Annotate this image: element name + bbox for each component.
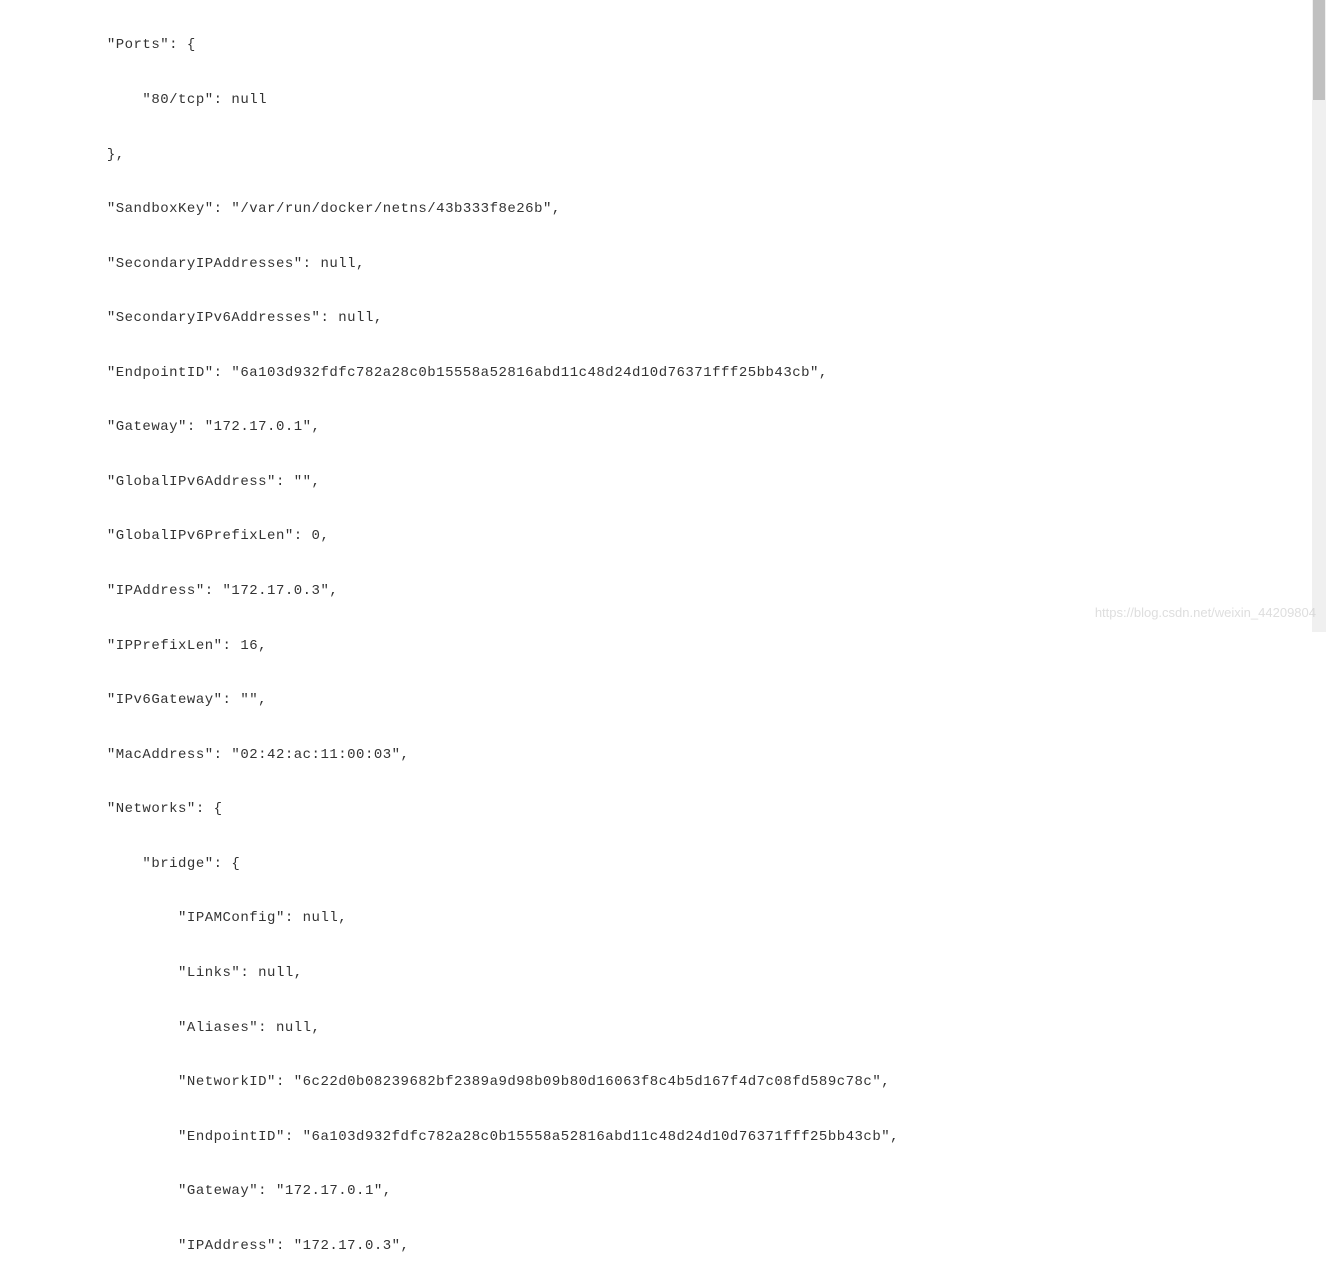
scrollbar[interactable] xyxy=(1312,0,1326,632)
output-line: "Networks": { xyxy=(0,800,1326,818)
output-line: "SecondaryIPv6Addresses": null, xyxy=(0,309,1326,327)
output-line: "GlobalIPv6PrefixLen": 0, xyxy=(0,527,1326,545)
output-line: "IPPrefixLen": 16, xyxy=(0,637,1326,655)
output-line: "80/tcp": null xyxy=(0,91,1326,109)
output-line: "SecondaryIPAddresses": null, xyxy=(0,255,1326,273)
terminal-output[interactable]: "Ports": { "80/tcp": null }, "SandboxKey… xyxy=(0,0,1326,1264)
output-line: "Gateway": "172.17.0.1", xyxy=(0,418,1326,436)
output-line: "NetworkID": "6c22d0b08239682bf2389a9d98… xyxy=(0,1073,1326,1091)
output-line: "EndpointID": "6a103d932fdfc782a28c0b155… xyxy=(0,364,1326,382)
output-line: "SandboxKey": "/var/run/docker/netns/43b… xyxy=(0,200,1326,218)
output-line: "IPAddress": "172.17.0.3", xyxy=(0,1237,1326,1255)
output-line: "Aliases": null, xyxy=(0,1019,1326,1037)
output-line: "GlobalIPv6Address": "", xyxy=(0,473,1326,491)
output-line: "Links": null, xyxy=(0,964,1326,982)
output-line: "bridge": { xyxy=(0,855,1326,873)
output-line: "IPv6Gateway": "", xyxy=(0,691,1326,709)
output-line: "Ports": { xyxy=(0,36,1326,54)
output-line: }, xyxy=(0,146,1326,164)
output-line: "MacAddress": "02:42:ac:11:00:03", xyxy=(0,746,1326,764)
output-line: "IPAddress": "172.17.0.3", xyxy=(0,582,1326,600)
scrollbar-thumb[interactable] xyxy=(1313,0,1325,100)
output-line: "EndpointID": "6a103d932fdfc782a28c0b155… xyxy=(0,1128,1326,1146)
output-line: "Gateway": "172.17.0.1", xyxy=(0,1182,1326,1200)
output-line: "IPAMConfig": null, xyxy=(0,909,1326,927)
